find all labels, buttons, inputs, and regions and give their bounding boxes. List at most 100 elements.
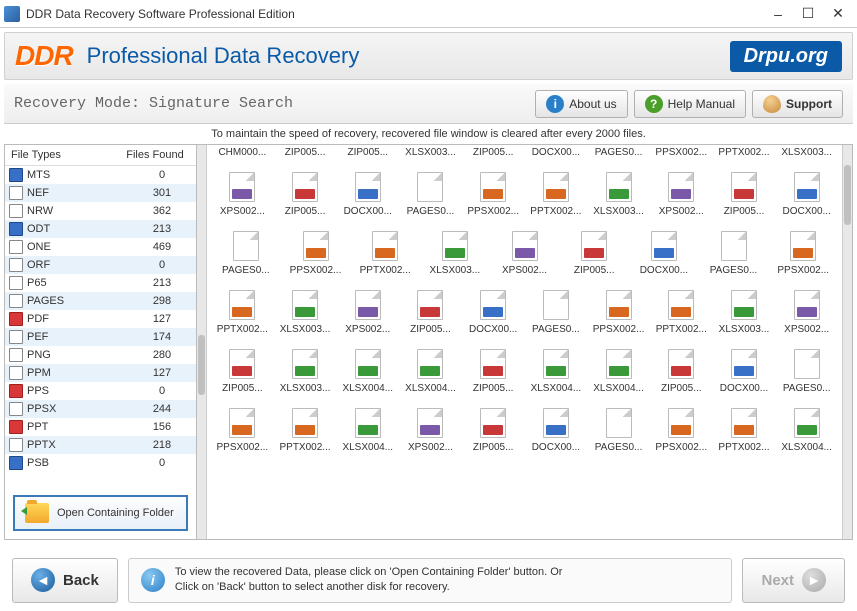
file-item[interactable]: PPSX002... xyxy=(650,400,713,459)
file-item[interactable]: XLSX003... xyxy=(420,223,490,282)
file-item[interactable]: ZIP005... xyxy=(211,341,274,400)
about-button[interactable]: i About us xyxy=(535,90,627,118)
support-button[interactable]: Support xyxy=(752,90,843,118)
file-item[interactable]: XLSX003... xyxy=(713,282,776,341)
file-grid[interactable]: CHM000...ZIP005...ZIP005...XLSX003...ZIP… xyxy=(207,145,842,539)
file-item[interactable]: ZIP005... xyxy=(650,341,713,400)
file-item[interactable]: XLSX004... xyxy=(336,341,399,400)
file-label: PPTX002... xyxy=(527,206,586,217)
file-item[interactable]: PAGES0... xyxy=(775,341,838,400)
file-item[interactable]: DOCX00... xyxy=(713,341,776,400)
file-type-row[interactable]: ONE469 xyxy=(5,238,196,256)
file-label: PAGES0... xyxy=(589,147,648,158)
file-item[interactable]: DOCX00... xyxy=(336,164,399,223)
file-type-row[interactable]: PEF174 xyxy=(5,328,196,346)
file-item[interactable]: XLSX003... xyxy=(274,341,337,400)
file-item[interactable]: PAGES0... xyxy=(399,164,462,223)
file-item[interactable]: DOCX00... xyxy=(629,223,699,282)
file-item[interactable]: PPTX002... xyxy=(713,400,776,459)
file-item[interactable]: ZIP005... xyxy=(462,400,525,459)
file-item[interactable]: PPSX002... xyxy=(587,282,650,341)
file-item[interactable]: PPSX002... xyxy=(281,223,351,282)
file-item[interactable]: PPTX002... xyxy=(350,223,420,282)
file-label: PAGES0... xyxy=(213,265,279,276)
file-item[interactable]: XLSX004... xyxy=(525,341,588,400)
maximize-button[interactable]: ☐ xyxy=(793,3,823,25)
file-item[interactable]: XLSX003... xyxy=(274,282,337,341)
file-item[interactable]: XLSX004... xyxy=(399,341,462,400)
file-item[interactable]: XLSX003... xyxy=(587,164,650,223)
file-item[interactable]: XLSX003... xyxy=(775,147,838,164)
file-type-row[interactable]: PPS0 xyxy=(5,382,196,400)
file-item[interactable]: XPS002... xyxy=(490,223,560,282)
file-item[interactable]: ZIP005... xyxy=(462,341,525,400)
file-item[interactable]: PPSX002... xyxy=(768,223,838,282)
file-item[interactable]: PAGES0... xyxy=(699,223,769,282)
file-type-row[interactable]: PDF127 xyxy=(5,310,196,328)
file-item[interactable]: XPS002... xyxy=(211,164,274,223)
file-type-row[interactable]: ODT213 xyxy=(5,220,196,238)
file-type-row[interactable]: P65213 xyxy=(5,274,196,292)
file-item[interactable]: PPTX002... xyxy=(274,400,337,459)
file-item[interactable]: XPS002... xyxy=(775,282,838,341)
file-item[interactable]: DOCX00... xyxy=(525,147,588,164)
file-item[interactable]: ZIP005... xyxy=(559,223,629,282)
file-type-count: 244 xyxy=(132,403,192,415)
file-item[interactable]: XLSX003... xyxy=(399,147,462,164)
file-label: PPSX002... xyxy=(652,442,711,453)
file-item[interactable]: PPSX002... xyxy=(650,147,713,164)
scrollbar-right[interactable] xyxy=(842,145,852,539)
scrollbar-left[interactable] xyxy=(197,145,207,539)
file-item[interactable]: PAGES0... xyxy=(211,223,281,282)
file-type-row[interactable]: NRW362 xyxy=(5,202,196,220)
file-item[interactable]: PPSX002... xyxy=(211,400,274,459)
file-type-row[interactable]: ORF0 xyxy=(5,256,196,274)
file-type-row[interactable]: NEF301 xyxy=(5,184,196,202)
file-item[interactable]: PPTX002... xyxy=(650,282,713,341)
file-type-row[interactable]: PPM127 xyxy=(5,364,196,382)
file-item[interactable]: XPS002... xyxy=(336,282,399,341)
file-item[interactable]: ZIP005... xyxy=(713,164,776,223)
file-type-row[interactable]: PNG280 xyxy=(5,346,196,364)
file-item[interactable]: ZIP005... xyxy=(274,164,337,223)
file-item[interactable]: XLSX004... xyxy=(587,341,650,400)
file-types-list[interactable]: MTS0NEF301NRW362ODT213ONE469ORF0P65213PA… xyxy=(5,166,196,487)
file-item[interactable]: CHM000... xyxy=(211,147,274,164)
file-label: XLSX003... xyxy=(715,324,774,335)
file-type-row[interactable]: PPT156 xyxy=(5,418,196,436)
file-item[interactable]: PAGES0... xyxy=(525,282,588,341)
help-button[interactable]: ? Help Manual xyxy=(634,90,746,118)
close-button[interactable]: ✕ xyxy=(823,3,853,25)
file-type-row[interactable]: PAGES298 xyxy=(5,292,196,310)
file-item[interactable]: XPS002... xyxy=(399,400,462,459)
file-type-icon xyxy=(9,402,23,416)
file-type-row[interactable]: MTS0 xyxy=(5,166,196,184)
file-type-count: 213 xyxy=(132,223,192,235)
file-item[interactable]: PAGES0... xyxy=(587,400,650,459)
file-item[interactable]: ZIP005... xyxy=(399,282,462,341)
file-type-count: 0 xyxy=(132,385,192,397)
file-item[interactable]: ZIP005... xyxy=(274,147,337,164)
file-item[interactable]: PPTX002... xyxy=(525,164,588,223)
file-item[interactable]: ZIP005... xyxy=(336,147,399,164)
minimize-button[interactable]: – xyxy=(763,3,793,25)
file-item[interactable]: PPSX002... xyxy=(462,164,525,223)
file-item[interactable]: XLSX004... xyxy=(775,400,838,459)
file-type-row[interactable]: PSB0 xyxy=(5,454,196,472)
file-item[interactable]: PPTX002... xyxy=(211,282,274,341)
file-item[interactable]: DOCX00... xyxy=(525,400,588,459)
file-type-row[interactable]: PPTX218 xyxy=(5,436,196,454)
file-icon xyxy=(790,231,816,261)
file-type-row[interactable]: PPSX244 xyxy=(5,400,196,418)
next-button[interactable]: Next ► xyxy=(742,558,845,603)
file-item[interactable]: XPS002... xyxy=(650,164,713,223)
file-item[interactable]: PAGES0... xyxy=(587,147,650,164)
file-item[interactable]: PPTX002... xyxy=(713,147,776,164)
file-item[interactable]: XLSX004... xyxy=(336,400,399,459)
file-item[interactable]: DOCX00... xyxy=(462,282,525,341)
brand-link[interactable]: Drpu.org xyxy=(730,41,842,72)
file-item[interactable]: DOCX00... xyxy=(775,164,838,223)
back-button[interactable]: ◄ Back xyxy=(12,558,118,603)
open-containing-folder-button[interactable]: Open Containing Folder xyxy=(13,495,188,531)
file-item[interactable]: ZIP005... xyxy=(462,147,525,164)
